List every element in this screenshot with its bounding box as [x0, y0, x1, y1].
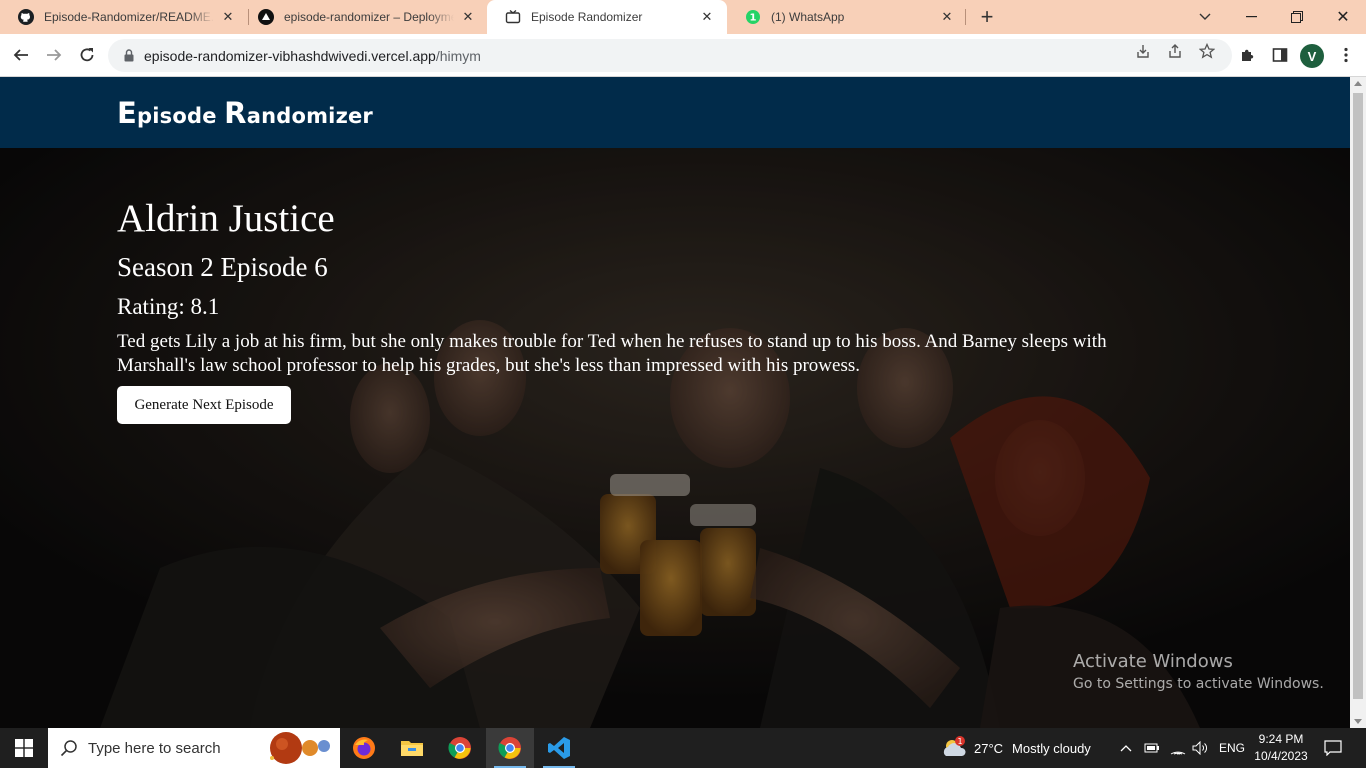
close-window-button[interactable]: ✕	[1320, 0, 1366, 34]
whatsapp-icon: 1	[745, 9, 761, 25]
tab-separator	[965, 9, 966, 25]
clock-time: 9:24 PM	[1258, 732, 1304, 746]
activate-windows-watermark: Activate Windows Go to Settings to activ…	[1073, 651, 1324, 692]
page-viewport: Episode Randomizer Aldrin Justice Season…	[0, 77, 1350, 728]
tab-strip: Episode-Randomizer/README.md ✕ episode-r…	[0, 0, 1366, 34]
search-highlight-planets-icon	[270, 732, 330, 764]
taskbar-clock[interactable]: 9:24 PM 10/4/2023	[1250, 731, 1312, 765]
notification-center-icon[interactable]	[1324, 728, 1342, 768]
tab-title: episode-randomizer – Deployments	[284, 10, 454, 24]
tv-icon	[505, 9, 521, 25]
side-panel-icon[interactable]	[1269, 44, 1291, 66]
tab-title: (1) WhatsApp	[771, 10, 845, 24]
tab-title: Episode-Randomizer/README.md	[44, 10, 214, 24]
episode-season-number: Season 2 Episode 6	[117, 252, 328, 282]
taskbar-file-explorer[interactable]	[388, 728, 436, 768]
taskbar-firefox[interactable]	[340, 728, 388, 768]
taskbar-vscode[interactable]	[535, 728, 583, 768]
weather-temperature: 27°C	[974, 740, 1004, 756]
scroll-up-arrow-icon[interactable]	[1354, 81, 1362, 86]
show-hidden-icons-chevron-icon[interactable]	[1120, 728, 1132, 768]
github-icon	[18, 9, 34, 25]
forward-button[interactable]	[40, 41, 68, 69]
taskbar-chrome[interactable]	[436, 728, 484, 768]
close-tab-icon[interactable]: ✕	[460, 9, 476, 25]
url-path: /himym	[435, 47, 481, 64]
address-bar[interactable]: episode-randomizer-vibhashdwivedi.vercel…	[108, 39, 1232, 72]
tab-episode-randomizer[interactable]: Episode Randomizer ✕	[487, 0, 727, 34]
volume-icon[interactable]	[1192, 728, 1208, 768]
back-button[interactable]	[7, 41, 35, 69]
tab-title: Episode Randomizer	[531, 10, 643, 24]
episode-title: Aldrin Justice	[117, 197, 335, 240]
cloudy-weather-icon: 1	[943, 736, 966, 756]
extensions-puzzle-icon[interactable]	[1237, 44, 1259, 66]
battery-icon[interactable]	[1144, 728, 1160, 768]
tab-vercel-deployments[interactable]: episode-randomizer – Deployments ✕	[240, 0, 488, 34]
wifi-icon[interactable]	[1170, 728, 1186, 768]
taskbar-search-box[interactable]: Type here to search	[48, 728, 340, 768]
site-header: Episode Randomizer	[0, 77, 1350, 148]
minimize-button[interactable]	[1228, 0, 1274, 34]
episode-rating: Rating: 8.1	[117, 294, 220, 319]
reload-button[interactable]	[73, 41, 101, 69]
vscode-icon	[548, 737, 570, 759]
windows-logo-icon	[15, 739, 33, 757]
close-tab-icon[interactable]: ✕	[699, 9, 715, 25]
weather-widget[interactable]: 1 27°C Mostly cloudy	[940, 728, 1091, 768]
page-scrollbar[interactable]	[1350, 77, 1366, 728]
restore-button[interactable]	[1274, 0, 1320, 34]
chrome-icon	[498, 737, 521, 759]
search-icon	[60, 739, 78, 757]
tab-github-readme[interactable]: Episode-Randomizer/README.md ✕	[0, 0, 248, 34]
more-menu-icon[interactable]	[1335, 44, 1357, 66]
search-placeholder: Type here to search	[88, 739, 221, 757]
new-tab-button[interactable]: +	[975, 4, 999, 29]
weather-condition: Mostly cloudy	[1012, 740, 1091, 756]
svg-text:1: 1	[957, 737, 962, 746]
watermark-title: Activate Windows	[1073, 651, 1233, 672]
profile-avatar[interactable]: V	[1300, 44, 1324, 68]
bookmark-star-icon[interactable]	[1198, 42, 1216, 60]
firefox-icon	[353, 737, 375, 759]
watermark-subtitle: Go to Settings to activate Windows.	[1073, 676, 1324, 692]
lock-icon[interactable]	[122, 49, 136, 63]
episode-description: Ted gets Lily a job at his firm, but she…	[117, 331, 1107, 376]
browser-toolbar: episode-randomizer-vibhashdwivedi.vercel…	[0, 34, 1366, 77]
windows-start-button[interactable]	[0, 728, 48, 768]
site-logo-brand[interactable]: Episode Randomizer	[117, 96, 373, 130]
scroll-down-arrow-icon[interactable]	[1354, 719, 1362, 724]
share-icon[interactable]	[1166, 42, 1184, 60]
close-tab-icon[interactable]: ✕	[939, 9, 955, 25]
file-explorer-icon	[401, 741, 423, 756]
tab-whatsapp[interactable]: 1 (1) WhatsApp ✕	[727, 0, 967, 34]
input-language-indicator[interactable]: ENG	[1219, 728, 1245, 768]
vercel-icon	[258, 9, 274, 25]
taskbar-chrome-active[interactable]	[486, 728, 534, 768]
close-tab-icon[interactable]: ✕	[220, 9, 236, 25]
scrollbar-thumb[interactable]	[1353, 93, 1363, 699]
clock-date: 10/4/2023	[1254, 749, 1308, 763]
tab-search-chevron-icon[interactable]	[1182, 0, 1228, 34]
chrome-icon	[448, 737, 471, 759]
generate-next-episode-button[interactable]: Generate Next Episode	[117, 386, 291, 424]
url-host: episode-randomizer-vibhashdwivedi.vercel…	[144, 47, 436, 64]
install-app-icon[interactable]	[1134, 42, 1152, 60]
svg-text:1: 1	[750, 13, 757, 24]
episode-hero: Aldrin Justice Season 2 Episode 6 Rating…	[0, 148, 1350, 728]
windows-taskbar: Type here to search 1 27°C Mostly cloudy	[0, 728, 1366, 768]
